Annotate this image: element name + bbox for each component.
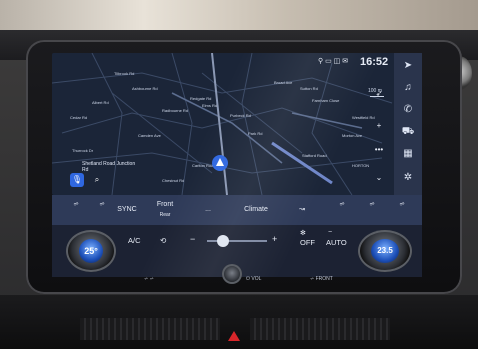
apps-icon[interactable]: ▦ [394, 145, 422, 163]
map-roads [52, 53, 422, 195]
map-street-label: Chestnut Rd [162, 178, 185, 183]
front-defrost-label[interactable]: ⩫ FRONT [310, 276, 333, 282]
map-street-label: Morton Ave [342, 133, 363, 138]
map-street-label: Ashbourne Rd [132, 86, 158, 91]
auto-button[interactable]: AUTO [326, 238, 347, 247]
map-street-label: Tilbrook Rd [114, 71, 135, 76]
fan-increase-button[interactable]: + [272, 234, 277, 244]
map-street-label: Purbeck Rd [230, 113, 251, 118]
music-icon[interactable]: ♫ [394, 79, 422, 97]
more-button[interactable]: ... [196, 199, 220, 221]
volume-label-text: VOL [251, 276, 262, 282]
left-temperature-value: 25 [84, 246, 95, 256]
map-street-label: Stafford Road [302, 153, 327, 158]
navigation-icon[interactable]: ➤ [394, 57, 422, 75]
power-volume-knob[interactable] [222, 264, 242, 284]
fan-decrease-button[interactable]: − [190, 234, 195, 244]
map-street-label: Redgate Rd [190, 96, 212, 101]
car-dashboard-scene: Tilbrook Rd Ashbourne Rd Albert Rd Redga… [0, 0, 478, 349]
defrost-button[interactable]: Front Rear [150, 199, 180, 221]
right-air-vent [250, 318, 390, 340]
seat-heat-physical-icon[interactable]: ⩫ ⩫ [144, 276, 154, 282]
sync-button[interactable]: SYNC [114, 199, 140, 221]
volume-label: ⏻ VOL [246, 276, 262, 282]
vehicle-position-icon [212, 155, 228, 171]
map-street-label: Radbourne Rd [162, 108, 189, 113]
ac-button[interactable]: A/C [128, 236, 141, 245]
zoom-in-button[interactable]: + [372, 119, 386, 133]
defrost-rear-label: Rear [159, 212, 171, 218]
right-temperature-knob[interactable]: 23.5 [358, 230, 412, 272]
microphone-icon[interactable]: 🎙 [70, 173, 84, 187]
fan-off-button[interactable]: OFF [300, 238, 315, 247]
map-more-button[interactable]: ••• [372, 143, 386, 157]
app-sidebar: ➤ ♫ ✆ ⛟ ▦ ✲ [394, 53, 422, 195]
map-street-label: Sutton Rd [300, 86, 318, 91]
left-temperature-knob[interactable]: 25° [66, 230, 116, 272]
map-street-label: HORTON [352, 163, 370, 168]
seat-cool-right-icon[interactable]: ⩫ [392, 199, 412, 221]
poi-sublabel: Rd [82, 167, 89, 173]
settings-icon[interactable]: ✲ [394, 169, 422, 187]
map-street-label: Park Rd [248, 131, 263, 136]
steering-heat-icon[interactable]: ↝ [292, 199, 312, 221]
hazard-button[interactable] [228, 331, 240, 341]
collapse-icon[interactable]: ⌄ [372, 171, 386, 185]
poi-label[interactable]: Shetland Road Junction [82, 161, 135, 167]
seat-heat-right-icon[interactable]: ⩫ [332, 199, 352, 221]
map-street-label: Elms Rd [202, 103, 218, 108]
fan-speed-track[interactable] [207, 240, 267, 242]
search-icon[interactable]: ⌕ [90, 173, 104, 187]
fan-speed-thumb[interactable] [217, 235, 229, 247]
seat-vent-left-icon[interactable]: ⩫ [92, 199, 112, 221]
map-street-label: Thurrock Dr [72, 148, 94, 153]
map-street-label: Cedar Rd [70, 115, 88, 120]
climate-tab[interactable]: Climate [236, 199, 276, 221]
navigation-map[interactable]: Tilbrook Rd Ashbourne Rd Albert Rd Redga… [52, 53, 422, 195]
left-temperature-unit: ° [94, 246, 98, 256]
car-icon[interactable]: ⛟ [394, 123, 422, 141]
status-icons: ⚲ ▭ ◫ ✉ [318, 58, 349, 65]
map-street-label: Camden Ave [138, 133, 161, 138]
auto-minus-icon: − [328, 229, 333, 236]
front-defrost-text: FRONT [315, 276, 333, 282]
right-temperature-value: 23.5 [371, 239, 399, 263]
map-street-label: Albert Rd [92, 100, 109, 105]
fan-icon: ✻ [300, 230, 306, 237]
left-air-vent [80, 318, 220, 340]
left-temperature-display: 25° [79, 239, 103, 263]
map-street-label: Farnham Close [312, 98, 340, 103]
seat-heat-left-icon[interactable]: ⩫ [66, 199, 86, 221]
map-street-label: Broad Ave [274, 80, 293, 85]
phone-icon[interactable]: ✆ [394, 101, 422, 119]
map-street-label: Westfield Rd [352, 115, 375, 120]
defrost-front-label: Front [156, 201, 174, 208]
clock: 16:52 [360, 56, 389, 68]
seat-vent-right-icon[interactable]: ⩫ [362, 199, 382, 221]
compass-icon[interactable]: ➶ [372, 87, 386, 101]
recirculation-icon[interactable]: ⟲ [160, 236, 166, 245]
